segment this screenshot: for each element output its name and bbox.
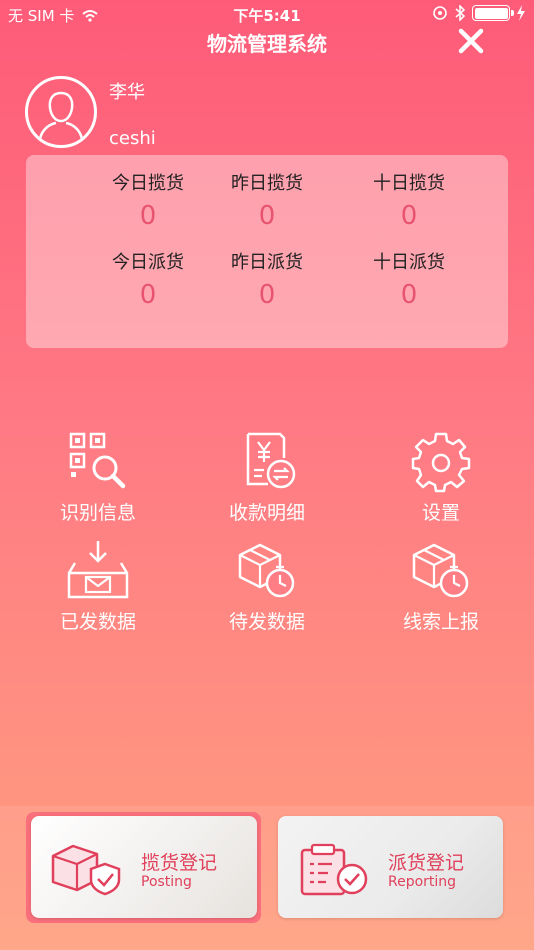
user-id: ceshi (109, 128, 156, 149)
menu-item-sent-data[interactable]: 已发数据 (18, 537, 178, 634)
stat-label: 昨日揽货 (231, 173, 303, 194)
stat-ten-day-delivery: 十日派货 0 (329, 248, 489, 310)
close-icon[interactable] (456, 26, 486, 56)
payment-receipt-icon (246, 432, 296, 489)
menu-label: 已发数据 (59, 611, 136, 633)
gear-icon (411, 432, 471, 493)
reporting-button[interactable]: 派货登记 Reporting (278, 816, 503, 918)
menu-label: 设置 (421, 502, 460, 524)
menu-item-payment-details[interactable]: 收款明细 (187, 428, 347, 525)
posting-label: 揽货登记 (141, 852, 218, 874)
charging-icon (517, 5, 525, 21)
status-bar: 无 SIM 卡 下午5:41 (0, 0, 534, 28)
clipboard-check-icon (300, 843, 368, 896)
battery-icon (472, 5, 514, 21)
posting-sublabel: Posting (141, 874, 192, 890)
stat-label: 昨日派货 (231, 252, 303, 273)
stat-value: 0 (400, 280, 418, 310)
menu-item-settings[interactable]: 设置 (361, 428, 521, 525)
box-timer-icon (412, 543, 469, 598)
page-title: 物流管理系统 (207, 32, 327, 56)
menu-label: 识别信息 (59, 502, 136, 524)
status-right (432, 5, 526, 21)
stat-yesterday-delivery: 昨日派货 0 (187, 248, 347, 310)
menu-item-recognition[interactable]: 识别信息 (18, 428, 178, 525)
location-lock-icon (433, 6, 447, 20)
box-shield-icon (51, 844, 121, 896)
stat-yesterday-pickup: 昨日揽货 0 (187, 169, 347, 231)
stat-label: 十日派货 (373, 252, 445, 273)
stat-label: 十日揽货 (373, 173, 445, 194)
posting-button[interactable]: 揽货登记 Posting (31, 816, 257, 918)
menu-label: 待发数据 (228, 611, 305, 633)
stat-ten-day-pickup: 十日揽货 0 (329, 169, 489, 231)
menu-label: 线索上报 (402, 611, 479, 633)
menu-label: 收款明细 (228, 502, 305, 524)
bluetooth-icon (455, 5, 466, 21)
reporting-sublabel: Reporting (388, 874, 457, 890)
reporting-label: 派货登记 (388, 852, 465, 874)
stats-card: 今日揽货 0 昨日揽货 0 十日揽货 0 今日派货 0 昨日派货 0 十日派货 … (26, 155, 508, 348)
menu-item-lead-report[interactable]: 线索上报 (361, 537, 521, 634)
box-timer-icon (238, 543, 295, 598)
avatar[interactable] (25, 76, 97, 148)
user-icon (38, 91, 84, 140)
stat-value: 0 (400, 201, 418, 231)
stat-value: 0 (258, 201, 276, 231)
battery-fill (474, 7, 508, 19)
user-name: 李华 (109, 82, 145, 103)
outbox-mail-icon (67, 541, 129, 599)
qr-scan-icon (69, 432, 126, 489)
menu-item-pending-data[interactable]: 待发数据 (187, 537, 347, 634)
stat-value: 0 (258, 280, 276, 310)
